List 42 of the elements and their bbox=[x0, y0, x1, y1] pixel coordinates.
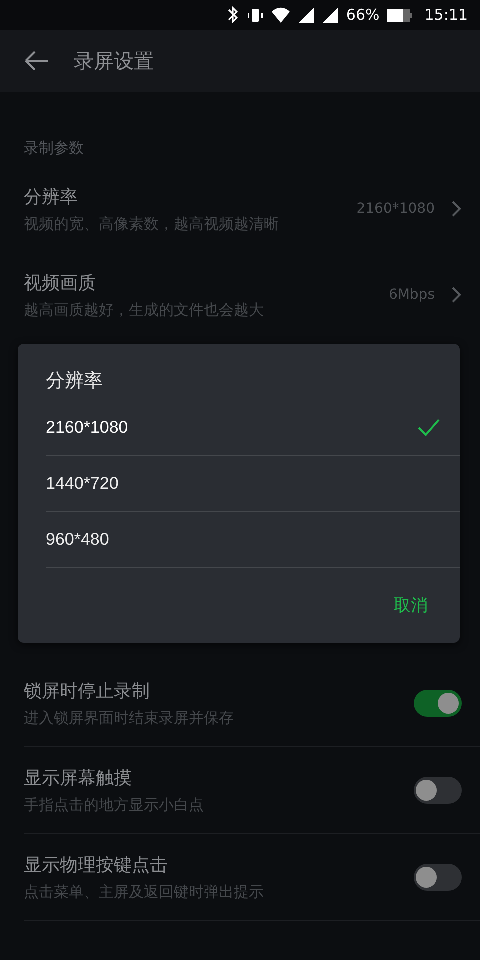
setting-title: 分辨率 bbox=[24, 186, 79, 208]
setting-row[interactable]: 视频画质 越高画质越好，生成的文件也会越大 6Mbps bbox=[24, 252, 480, 338]
signal-icon bbox=[322, 6, 340, 24]
setting-description: 越高画质越好，生成的文件也会越大 bbox=[24, 300, 265, 320]
battery-icon bbox=[386, 8, 412, 22]
screen-title: 录屏设置 bbox=[74, 48, 154, 74]
toggle-switch[interactable] bbox=[414, 864, 462, 890]
resolution-option[interactable]: 960*480 bbox=[46, 512, 460, 568]
signal-icon bbox=[298, 6, 316, 24]
vibrate-icon bbox=[247, 6, 264, 24]
wifi-icon bbox=[271, 6, 292, 24]
clock: 15:11 bbox=[424, 8, 468, 22]
setting-value: 2160*1080 bbox=[356, 201, 435, 217]
chevron-icon bbox=[451, 200, 462, 218]
option-label: 1440*720 bbox=[46, 474, 119, 494]
resolution-option[interactable]: 1440*720 bbox=[46, 456, 460, 512]
bluetooth-icon bbox=[226, 6, 240, 24]
setting-title: 锁屏时停止录制 bbox=[24, 680, 151, 702]
toggle-switch[interactable] bbox=[414, 690, 462, 716]
section-header: 录制参数 bbox=[24, 138, 85, 158]
chevron-icon bbox=[451, 286, 462, 304]
battery-percent: 66% bbox=[346, 8, 380, 22]
setting-description: 进入锁屏界面时结束录屏并保存 bbox=[24, 708, 235, 728]
option-label: 2160*1080 bbox=[46, 418, 128, 438]
setting-row[interactable]: 显示屏幕触摸 手指点击的地方显示小白点 bbox=[24, 747, 480, 834]
setting-row[interactable]: 锁屏时停止录制 进入锁屏界面时结束录屏并保存 bbox=[24, 660, 480, 747]
setting-description: 手指点击的地方显示小白点 bbox=[24, 796, 205, 814]
setting-description: 点击菜单、主屏及返回键时弹出提示 bbox=[24, 882, 265, 902]
resolution-option[interactable]: 2160*1080 bbox=[46, 400, 460, 456]
setting-title: 视频画质 bbox=[24, 272, 97, 294]
cancel-button[interactable]: 取消 bbox=[392, 590, 430, 621]
setting-description: 视频的宽、高像素数，越高视频越清晰 bbox=[24, 214, 280, 234]
setting-title: 显示物理按键点击 bbox=[24, 854, 169, 876]
setting-row[interactable]: 分辨率 视频的宽、高像素数，越高视频越清晰 2160*1080 bbox=[24, 166, 480, 252]
toggle-switch[interactable] bbox=[414, 776, 462, 804]
dialog-title: 分辨率 bbox=[45, 369, 104, 394]
back-button[interactable] bbox=[24, 49, 50, 73]
back-arrow-icon bbox=[24, 49, 50, 73]
setting-value: 6Mbps bbox=[388, 287, 435, 303]
setting-title: 显示屏幕触摸 bbox=[24, 766, 133, 790]
setting-row[interactable]: 显示物理按键点击 点击菜单、主屏及返回键时弹出提示 bbox=[24, 834, 480, 921]
option-label: 960*480 bbox=[46, 530, 110, 550]
